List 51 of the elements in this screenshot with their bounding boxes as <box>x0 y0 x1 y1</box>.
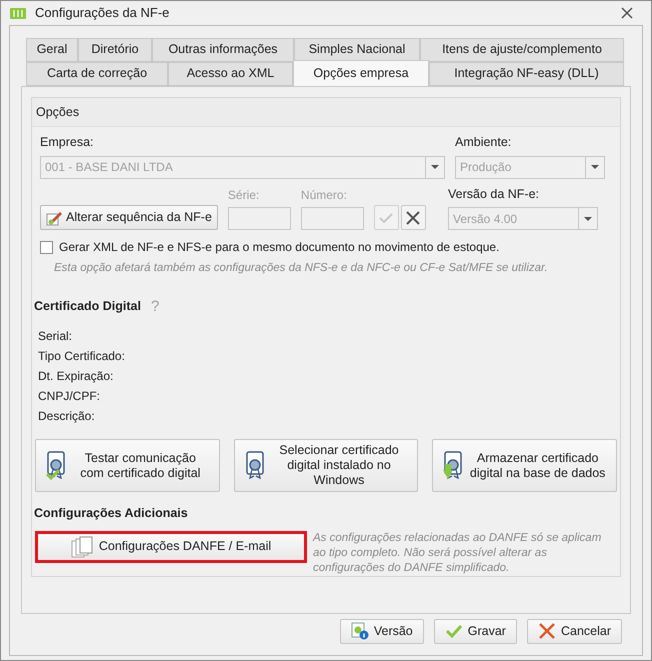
certificate-icon <box>244 450 267 482</box>
field-label: Ambiente: <box>455 134 512 151</box>
tab[interactable]: Opções empresa <box>293 60 429 86</box>
field-label: Serial: <box>38 328 74 346</box>
check-icon <box>379 212 394 224</box>
group-title: Opções <box>36 104 80 119</box>
field-label: Número: <box>300 187 348 204</box>
certificate-button[interactable]: Testar comunicação com certificado digital <box>35 439 220 492</box>
certificate-button[interactable]: Armazenar certificado digital na base de dados <box>432 439 618 492</box>
close-icon <box>621 6 633 19</box>
checkbox[interactable] <box>40 240 53 254</box>
section-title: Configurações Adicionais <box>33 505 189 522</box>
tab[interactable]: Itens de ajuste/complemento <box>420 38 624 62</box>
documents-icon <box>70 536 93 558</box>
version-button[interactable]: Versão <box>340 618 424 644</box>
window-icon <box>9 6 27 20</box>
tab[interactable]: Simples Nacional <box>294 38 420 62</box>
caret-icon <box>591 165 599 170</box>
tab[interactable]: Diretório <box>78 38 152 62</box>
close-button[interactable] <box>621 6 635 20</box>
tab[interactable]: Geral <box>26 38 78 62</box>
field-label: Série: <box>228 187 260 204</box>
field-label: CNPJ/CPF: <box>38 388 102 406</box>
tab[interactable]: Carta de correção <box>26 62 168 86</box>
certificate-button[interactable]: Selecionar certificado digital instalado no Windows <box>234 439 418 492</box>
caret-icon <box>431 165 439 170</box>
check-icon <box>444 624 463 638</box>
field-label: Empresa: <box>40 134 94 151</box>
danfe-email-button[interactable]: Configurações DANFE / E-mail <box>35 530 307 563</box>
field-label: Tipo Certificado: <box>38 348 126 366</box>
edit-sequence-button[interactable]: Alterar sequência da NF-e <box>40 205 218 230</box>
field-label: Descrição: <box>38 408 96 426</box>
section-title: Certificado Digital <box>34 298 141 316</box>
field-label: Dt. Expiração: <box>38 368 114 386</box>
tab[interactable]: Outras informações <box>152 38 294 62</box>
field-label: Versão da NF-e: <box>448 186 540 203</box>
save-button[interactable]: Gravar <box>434 618 517 644</box>
tab[interactable]: Acesso ao XML <box>168 62 293 86</box>
hint-text: Esta opção afetará também as configurações da NFS-e e da NFC-e ou CF-e Sat/MFE se utilizar. <box>54 261 549 276</box>
window-title: Configurações da NF-e <box>35 4 170 22</box>
hint-text: As configurações relacionadas ao DANFE só se aplicam ao tipo completo. Não será possível alterar as configurações do DANFE simplificado. <box>313 530 602 576</box>
caret-icon <box>584 216 592 221</box>
edit-icon <box>46 210 62 226</box>
checkbox-label: Gerar XML de NF-e e NFS-e para o mesmo documento no movimento de estoque. <box>59 239 500 256</box>
cancel-button[interactable] <box>400 205 426 230</box>
close-icon <box>405 210 422 226</box>
close-icon <box>538 622 556 640</box>
info-badge-icon <box>350 622 369 640</box>
tab[interactable]: Integração NF-easy (DLL) <box>429 62 624 86</box>
cancel-button[interactable]: Cancelar <box>526 618 622 644</box>
certificate-check-icon <box>46 450 68 482</box>
